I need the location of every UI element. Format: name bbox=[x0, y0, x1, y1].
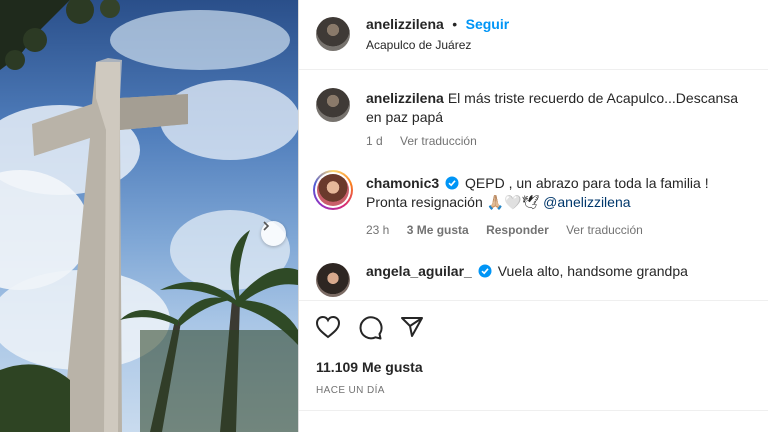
see-translation-link[interactable]: Ver traducción bbox=[400, 134, 477, 148]
chevron-right-icon bbox=[263, 221, 270, 231]
share-button[interactable] bbox=[400, 315, 424, 344]
comment-icon bbox=[359, 316, 383, 340]
heart-icon bbox=[315, 315, 341, 339]
comment-username[interactable]: chamonic3 bbox=[366, 175, 439, 191]
avatar[interactable] bbox=[316, 17, 350, 51]
avatar bbox=[317, 174, 349, 206]
divider bbox=[299, 410, 768, 411]
comment-time[interactable]: 1 d bbox=[366, 134, 383, 148]
story-ring[interactable] bbox=[313, 170, 353, 210]
photo-scene bbox=[0, 0, 298, 432]
comment-meta: 23 h 3 Me gusta Responder Ver traducción bbox=[366, 223, 657, 237]
caption-text-block: anelizzilena El más triste recuerdo de Ac… bbox=[366, 89, 751, 127]
comment-username[interactable]: anelizzilena bbox=[366, 90, 444, 106]
see-translation-link[interactable]: Ver traducción bbox=[566, 223, 643, 237]
comment-meta: 1 d Ver traducción bbox=[366, 134, 491, 148]
verified-badge-icon bbox=[478, 264, 492, 278]
post-location[interactable]: Acapulco de Juárez bbox=[366, 38, 471, 52]
follow-button[interactable]: Seguir bbox=[466, 16, 510, 32]
separator-dot: • bbox=[452, 16, 458, 32]
comment-text-block: angela_aguilar_ Vuela alto, handsome gra… bbox=[366, 262, 751, 281]
like-button[interactable] bbox=[315, 315, 341, 344]
avatar[interactable] bbox=[316, 263, 350, 297]
comment-mention-link[interactable]: @anelizzilena bbox=[543, 194, 630, 210]
comment-text: Vuela alto, handsome grandpa bbox=[497, 263, 688, 279]
post-author-username[interactable]: anelizzilena bbox=[366, 16, 444, 32]
comment-likes-count[interactable]: 3 Me gusta bbox=[407, 223, 469, 237]
likes-count[interactable]: 11.109 Me gusta bbox=[316, 359, 423, 375]
avatar[interactable] bbox=[316, 88, 350, 122]
post-header: anelizzilena • Seguir Acapulco de Juárez bbox=[299, 0, 768, 70]
reply-button[interactable]: Responder bbox=[486, 223, 549, 237]
paper-plane-icon bbox=[401, 317, 423, 337]
comments-list: anelizzilena El más triste recuerdo de Ac… bbox=[299, 71, 768, 299]
comment-username[interactable]: angela_aguilar_ bbox=[366, 263, 472, 279]
next-photo-button[interactable] bbox=[261, 221, 286, 246]
post-photo bbox=[0, 0, 298, 432]
verified-badge-icon bbox=[445, 176, 459, 190]
comment-text-block: chamonic3 QEPD , un abrazo para toda la … bbox=[366, 174, 751, 212]
comment-time[interactable]: 23 h bbox=[366, 223, 389, 237]
post-date[interactable]: HACE UN DÍA bbox=[316, 385, 385, 396]
post-details-panel: anelizzilena • Seguir Acapulco de Juárez… bbox=[298, 0, 768, 432]
comment-button[interactable] bbox=[357, 315, 383, 346]
divider bbox=[299, 300, 768, 301]
